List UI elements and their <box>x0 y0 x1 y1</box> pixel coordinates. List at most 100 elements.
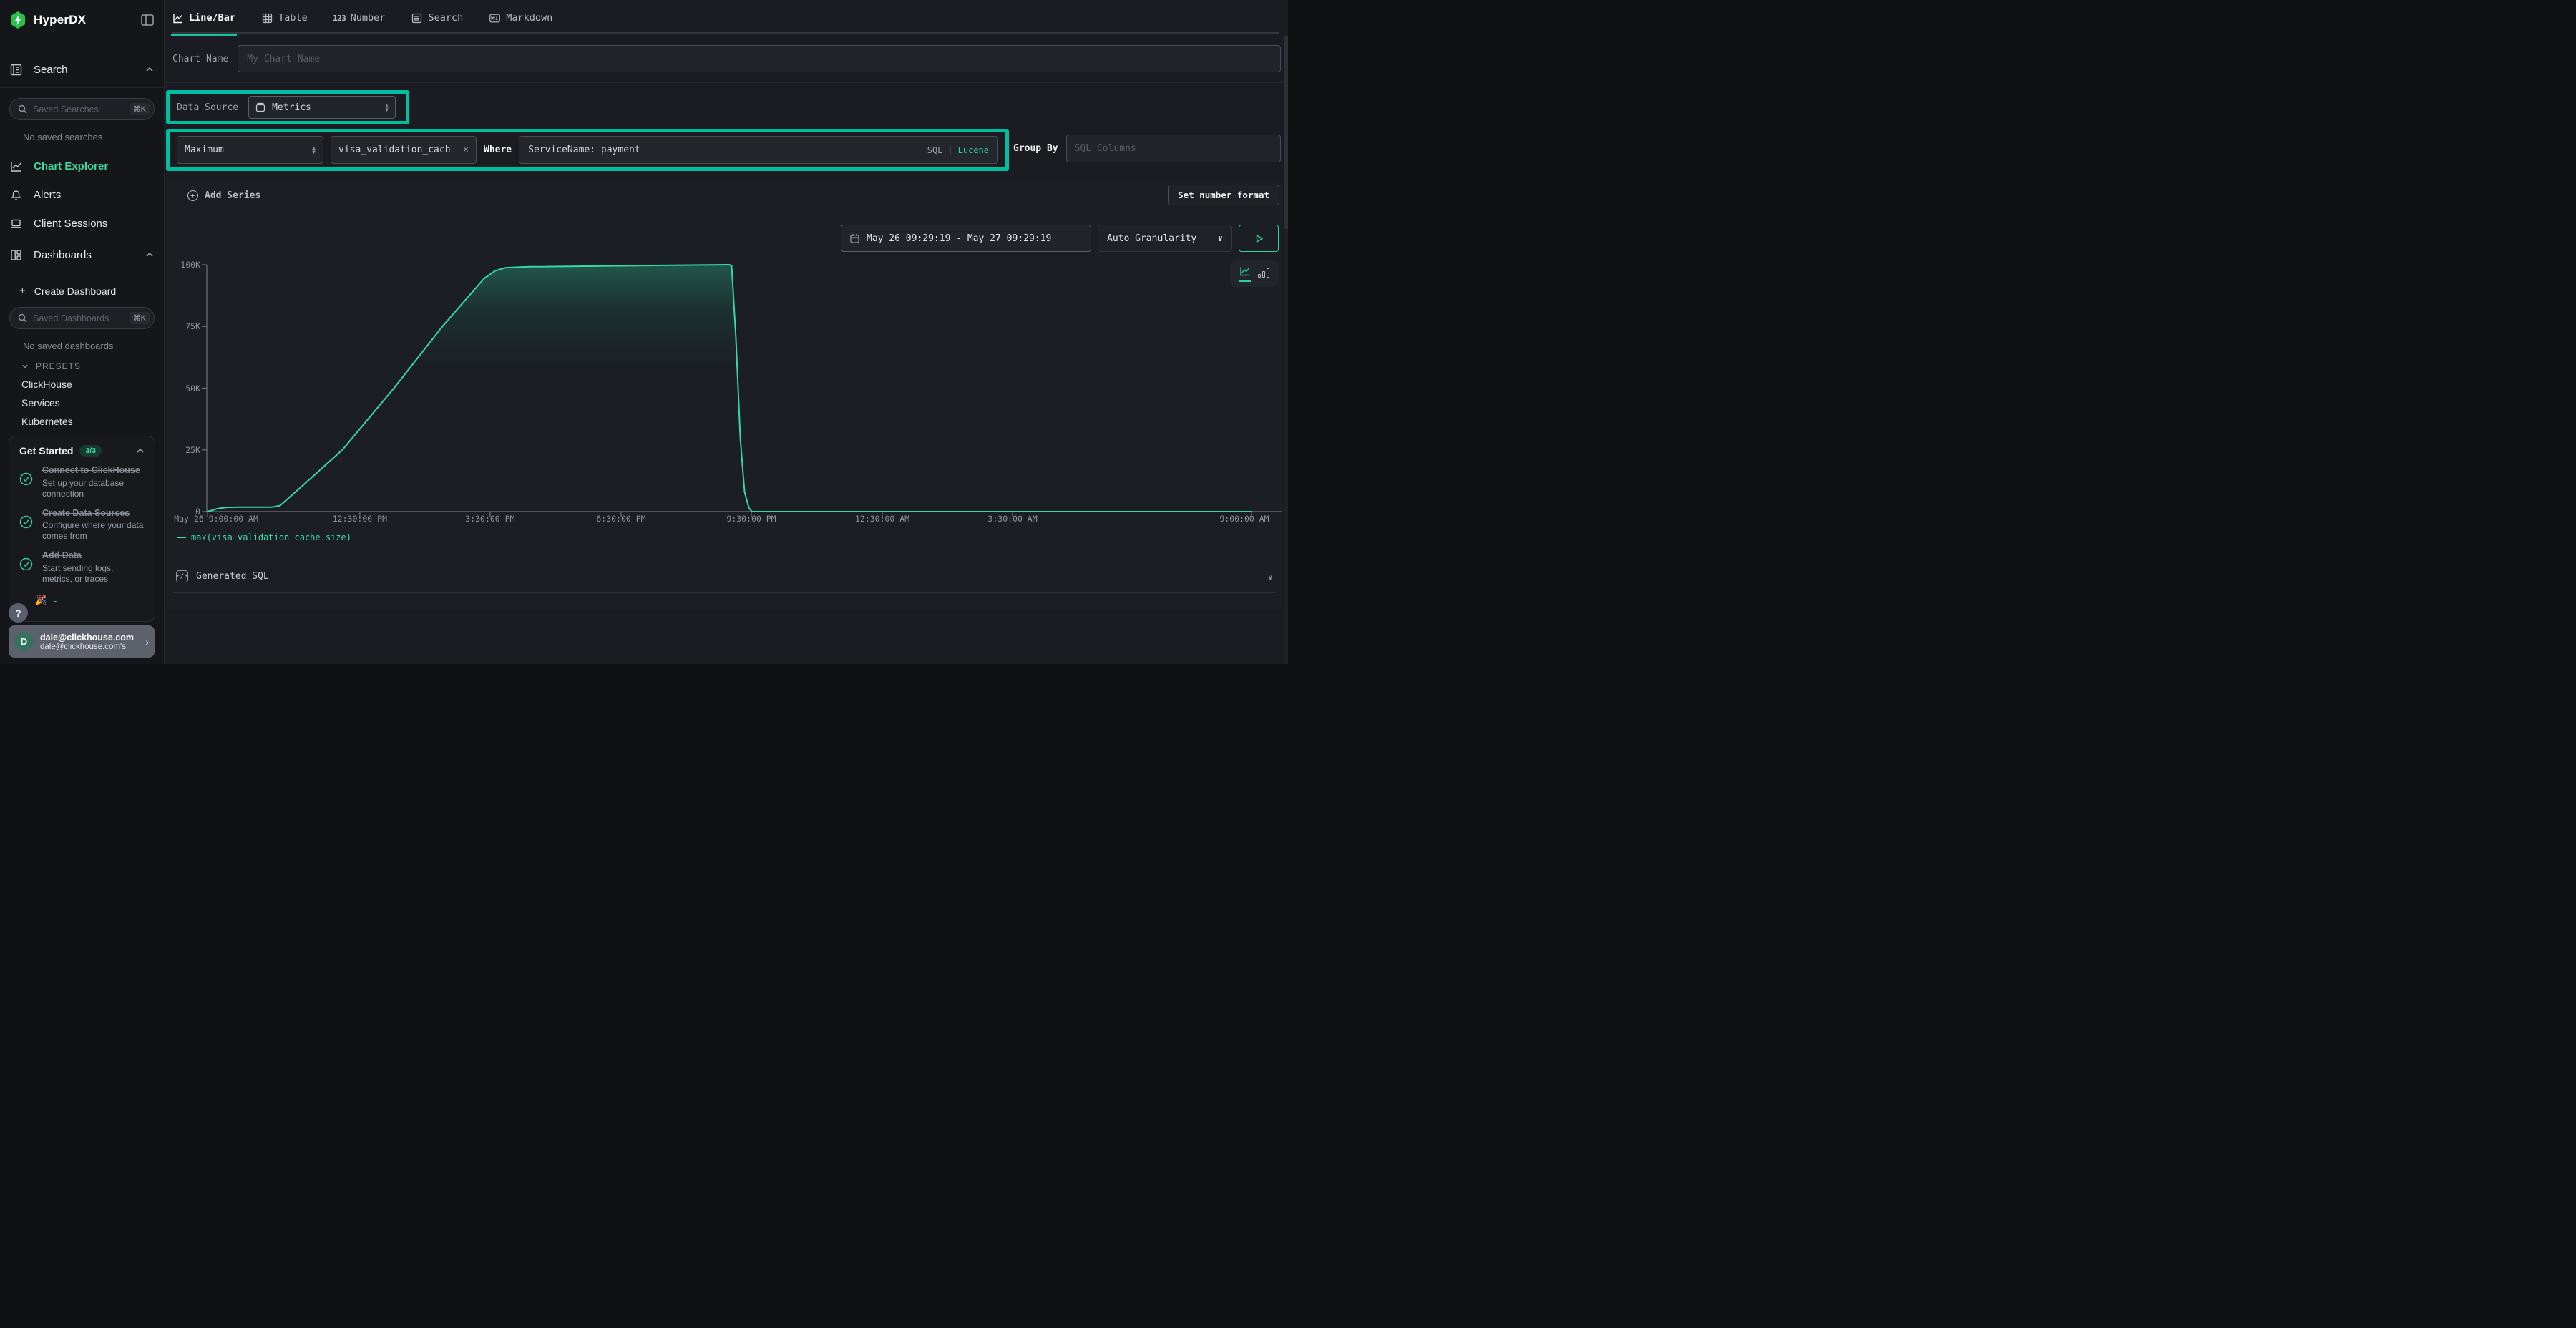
plus-icon: + <box>19 285 26 297</box>
main-content: Line/Bar Table 123 Number Search <box>165 0 1288 664</box>
markdown-icon <box>489 13 500 24</box>
x-tick-label: 3:30:00 AM <box>987 514 1037 524</box>
sidebar-item-chart-explorer[interactable]: Chart Explorer <box>0 155 164 177</box>
get-started-card: Get Started 3/3 Connect to ClickHouse Se… <box>9 436 155 622</box>
avatar: D <box>14 632 34 651</box>
aggregation-select[interactable]: Maximum ▲▼ <box>177 136 323 164</box>
where-label: Where <box>484 145 512 155</box>
chevron-down-icon <box>21 363 29 370</box>
y-tick-label: 25K <box>170 445 200 455</box>
sidebar-item-client-sessions[interactable]: Client Sessions <box>0 213 164 234</box>
chevron-up-icon[interactable] <box>136 446 145 455</box>
metric-name: visa_validation_cach <box>338 145 459 155</box>
sidebar-section-search[interactable]: Search <box>0 57 164 82</box>
chart-legend[interactable]: max(visa_validation_cache.size) <box>177 532 351 542</box>
bell-icon <box>10 189 22 201</box>
chart-type-tabbar: Line/Bar Table 123 Number Search <box>165 0 1288 36</box>
scrollbar[interactable] <box>1284 36 1288 664</box>
saved-searches-input[interactable]: Saved Searches ⌘K <box>9 98 155 120</box>
search-icon <box>18 104 27 114</box>
group-by-placeholder: SQL Columns <box>1075 143 1136 154</box>
generated-sql-toggle[interactable]: </> Generated SQL ∨ <box>173 560 1276 593</box>
run-query-button[interactable] <box>1239 225 1279 252</box>
get-started-item-title: Add Data <box>42 550 145 562</box>
user-email: dale@clickhouse.com <box>40 633 145 643</box>
y-tick-label: 50K <box>170 384 200 394</box>
date-range-picker[interactable]: May 26 09:29:19 - May 27 09:29:19 <box>841 225 1091 252</box>
x-tick-label: 9:00:00 AM <box>1219 514 1269 524</box>
check-circle-icon <box>19 472 33 486</box>
chart-name-row: Chart Name My Chart Name <box>172 45 1281 72</box>
series-area-fill <box>207 265 1252 512</box>
data-source-select[interactable]: Metrics ▲▼ <box>248 96 396 119</box>
no-saved-dashboards-text: No saved dashboards <box>23 341 164 351</box>
get-started-item-title: Connect to ClickHouse <box>42 465 145 477</box>
user-menu[interactable]: D dale@clickhouse.com dale@clickhouse.co… <box>9 625 155 658</box>
presets-label: PRESETS <box>36 361 81 371</box>
saved-dashboards-input[interactable]: Saved Dashboards ⌘K <box>9 307 155 329</box>
group-by-input[interactable]: SQL Columns <box>1066 135 1281 162</box>
tab-track <box>172 32 1279 34</box>
tab-line-bar[interactable]: Line/Bar <box>172 0 235 36</box>
plus-circle-icon: + <box>187 190 198 201</box>
sidebar-item-alerts[interactable]: Alerts <box>0 184 164 205</box>
metric-tag[interactable]: visa_validation_cach × <box>331 136 477 164</box>
sql-mode-toggle[interactable]: SQL <box>927 145 943 155</box>
get-started-item-partial[interactable]: 🎉 <box>35 595 145 606</box>
tab-number[interactable]: 123 Number <box>334 0 386 36</box>
get-started-item-title: Create Data Sources <box>42 508 145 519</box>
journal-icon <box>10 64 22 76</box>
laptop-icon <box>10 218 22 230</box>
get-started-title: Get Started <box>19 445 73 456</box>
preset-clickhouse[interactable]: ClickHouse <box>21 379 164 390</box>
tab-markdown[interactable]: Markdown <box>489 0 552 36</box>
create-dashboard-button[interactable]: + Create Dashboard <box>19 285 164 297</box>
sidebar-search-label: Search <box>34 64 145 76</box>
divider <box>165 82 1288 83</box>
where-input[interactable]: ServiceName: payment SQL | Lucene <box>519 136 998 164</box>
y-tick-label: 75K <box>170 321 200 331</box>
set-number-format-button[interactable]: Set number format <box>1168 185 1279 205</box>
chevron-updown-icon: ▲▼ <box>385 104 389 112</box>
help-button[interactable]: ? <box>9 603 28 622</box>
presets-toggle[interactable]: PRESETS <box>21 361 164 371</box>
granularity-select[interactable]: Auto Granularity ∨ <box>1098 225 1232 252</box>
chart-name-label: Chart Name <box>172 54 228 64</box>
get-started-item[interactable]: Add Data Start sending logs, metrics, or… <box>19 550 145 585</box>
get-started-item[interactable]: Create Data Sources Configure where your… <box>19 508 145 542</box>
no-saved-searches-text: No saved searches <box>23 132 164 142</box>
get-started-item-subtitle: Start sending logs, metrics, or traces <box>42 563 145 585</box>
aggregation-value: Maximum <box>185 145 312 155</box>
check-circle-icon <box>19 557 33 571</box>
tab-table[interactable]: Table <box>262 0 308 36</box>
check-circle-icon <box>19 515 33 529</box>
sidebar-item-label: Chart Explorer <box>34 160 108 172</box>
scrollbar-thumb[interactable] <box>1284 36 1288 229</box>
tab-search[interactable]: Search <box>411 0 463 36</box>
get-started-item-subtitle: Configure where your data comes from <box>42 520 145 542</box>
get-started-item[interactable]: Connect to ClickHouse Set up your databa… <box>19 465 145 499</box>
where-query: ServiceName: payment <box>528 145 927 155</box>
chart-panel: + Add Series Set number format May 26 09… <box>166 180 1283 610</box>
add-series-button[interactable]: + Add Series <box>187 190 260 201</box>
sidebar-dashboards-label: Dashboards <box>34 249 145 261</box>
chevron-up-icon <box>145 250 154 259</box>
x-tick-label: 12:30:00 AM <box>855 514 909 524</box>
chevron-right-icon: › <box>145 636 149 648</box>
chart-name-input[interactable]: My Chart Name <box>238 45 1281 72</box>
code-icon: </> <box>176 570 188 582</box>
tab-label: Markdown <box>506 12 552 24</box>
remove-metric-icon[interactable]: × <box>463 145 469 155</box>
saved-searches-placeholder: Saved Searches <box>33 104 130 114</box>
shortcut-badge: ⌘K <box>130 103 150 115</box>
x-tick-label: 6:30:00 PM <box>596 514 645 524</box>
y-axis-ticks <box>202 265 207 512</box>
preset-services[interactable]: Services <box>21 397 164 409</box>
preset-kubernetes[interactable]: Kubernetes <box>21 416 164 427</box>
sidebar-section-dashboards[interactable]: Dashboards <box>0 243 164 267</box>
data-source-value: Metrics <box>272 102 385 113</box>
time-series-plot[interactable] <box>207 265 1282 512</box>
lucene-mode-toggle[interactable]: Lucene <box>958 145 989 155</box>
sidebar-collapse-icon[interactable] <box>141 14 154 26</box>
tab-label: Search <box>428 12 463 24</box>
